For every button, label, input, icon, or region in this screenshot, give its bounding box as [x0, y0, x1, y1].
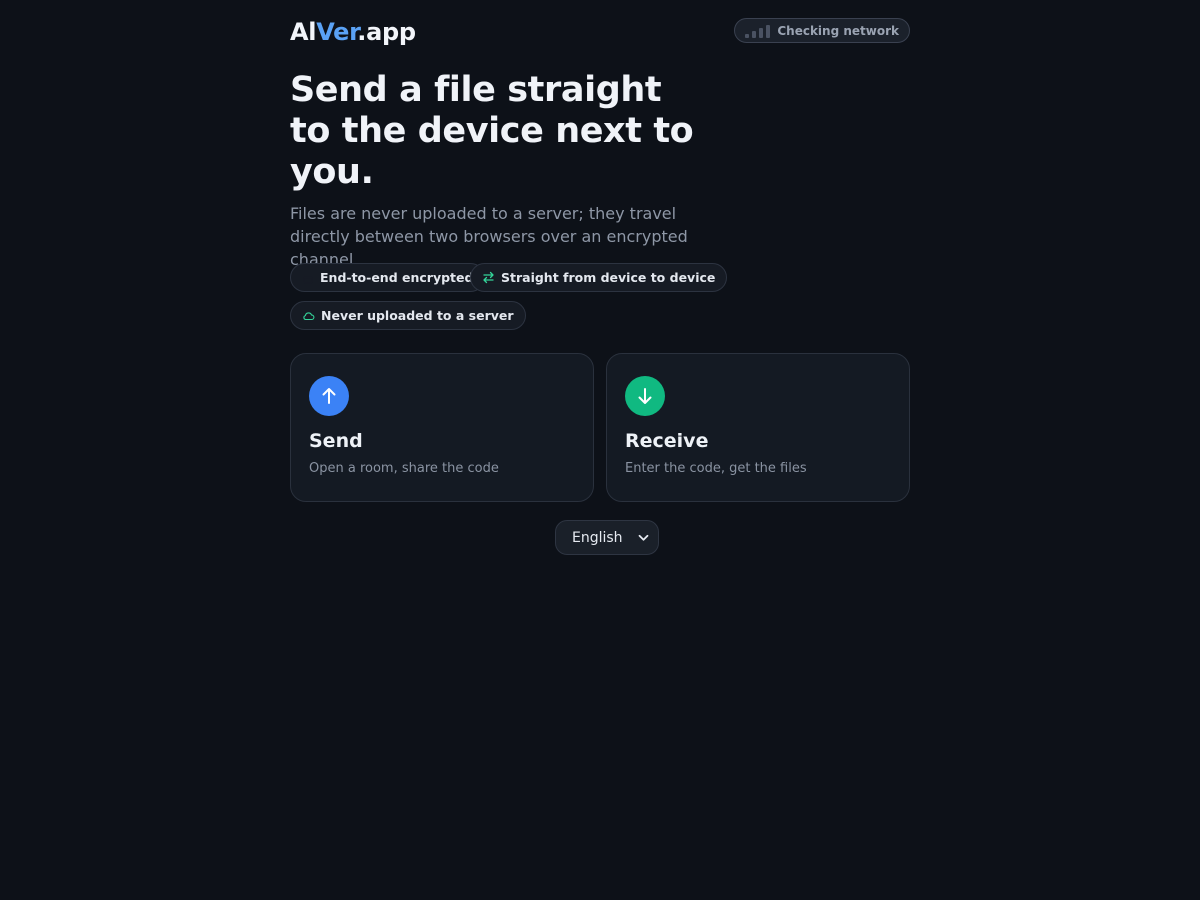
logo-text-ver: Ver [316, 18, 358, 46]
lock-icon [303, 276, 313, 284]
logo-text-app: .app [357, 18, 416, 46]
feature-chip-label: Never uploaded to a server [321, 308, 514, 323]
send-card[interactable]: Send Open a room, share the code [290, 353, 594, 502]
receive-icon-circle [625, 376, 665, 416]
network-status-label: Checking network [777, 23, 899, 38]
swap-arrows-icon [483, 271, 494, 284]
language-select[interactable]: English [555, 520, 659, 555]
receive-card[interactable]: Receive Enter the code, get the files [606, 353, 910, 502]
logo[interactable]: AlVer.app [290, 16, 416, 48]
send-card-title: Send [309, 430, 363, 452]
feature-chip-no-server: Never uploaded to a server [290, 301, 526, 330]
arrow-down-icon [638, 388, 652, 404]
language-select-value: English [572, 529, 623, 546]
signal-bars-icon [745, 24, 771, 38]
logo-text-al: Al [290, 18, 317, 46]
feature-chip-encrypted: End-to-end encrypted [290, 263, 486, 292]
feature-chip-label: End-to-end encrypted [320, 270, 474, 285]
page-title: Send a file straight to the device next … [290, 70, 694, 192]
chevron-down-icon [638, 534, 649, 541]
arrow-up-icon [322, 388, 336, 404]
send-card-description: Open a room, share the code [309, 461, 499, 476]
page-subtitle: Files are never uploaded to a server; th… [290, 204, 688, 269]
feature-chip-device-to-device: Straight from device to device [470, 263, 728, 292]
receive-card-title: Receive [625, 430, 709, 452]
network-status-badge: Checking network [734, 18, 910, 43]
feature-chip-label: Straight from device to device [501, 270, 716, 285]
receive-card-description: Enter the code, get the files [625, 461, 807, 476]
send-icon-circle [309, 376, 349, 416]
cloud-icon [303, 311, 315, 320]
header: AlVer.app Checking network [290, 16, 910, 48]
